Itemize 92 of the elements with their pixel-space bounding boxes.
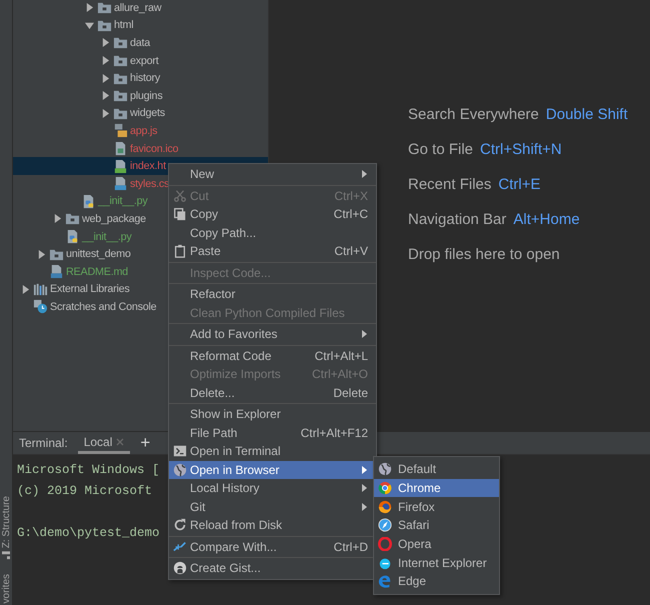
- menu-item[interactable]: New: [169, 165, 376, 184]
- tree-item[interactable]: Scratches and Console: [50, 300, 156, 313]
- menu-item[interactable]: Default: [374, 460, 499, 479]
- menu-item[interactable]: Add to Favorites: [169, 325, 376, 344]
- collapsed-arrow-icon[interactable]: [100, 74, 110, 83]
- compare-icon: [173, 540, 187, 554]
- tree-item[interactable]: history: [130, 72, 160, 84]
- collapsed-arrow-icon[interactable]: [100, 56, 110, 66]
- collapsed-arrow-icon[interactable]: [100, 91, 110, 100]
- menu-item[interactable]: Reload from Disk: [169, 516, 376, 534]
- expanded-arrow-icon[interactable]: [84, 20, 94, 30]
- scissors-icon: [173, 188, 187, 203]
- tool-window-tab[interactable]: Z: Structure: [0, 496, 12, 560]
- menu-item[interactable]: Internet Explorer: [374, 553, 499, 572]
- menu-item[interactable]: Copy Path...: [169, 224, 376, 242]
- compass-icon: [378, 518, 392, 532]
- css-file-icon: [113, 176, 128, 192]
- tool-window-tab[interactable]: vorites: [0, 574, 12, 603]
- menu-item[interactable]: Reformat Code Ctrl+Alt+L: [169, 346, 376, 365]
- clipboard-icon: [173, 244, 187, 258]
- tree-item[interactable]: html: [114, 19, 134, 32]
- menu-item[interactable]: Safari: [374, 516, 499, 535]
- menu-item[interactable]: Paste Ctrl+V: [169, 242, 376, 260]
- shortcut-hint: Ctrl+E: [498, 176, 540, 192]
- hint-label: Recent Files: [408, 176, 492, 192]
- menu-item[interactable]: Firefox: [374, 497, 499, 516]
- globe-icon: [173, 462, 187, 477]
- globe-icon: [378, 462, 392, 476]
- menu-item[interactable]: Open in Terminal: [169, 442, 376, 460]
- collapsed-arrow-icon[interactable]: [84, 3, 94, 12]
- tree-item[interactable]: __init__.py: [82, 230, 132, 243]
- tree-item[interactable]: README.md: [66, 266, 128, 278]
- tree-item[interactable]: data: [130, 36, 150, 49]
- python-file-icon: [65, 229, 80, 244]
- terminal-title: Terminal:: [19, 436, 68, 450]
- tree-item[interactable]: widgets: [130, 107, 165, 120]
- menu-item[interactable]: Compare With... Ctrl+D: [169, 538, 376, 556]
- tree-item[interactable]: allure_raw: [114, 2, 162, 14]
- hint-label: Drop files here to open: [408, 246, 560, 262]
- collapsed-arrow-icon[interactable]: [20, 284, 30, 294]
- library-icon: [33, 282, 48, 297]
- html-file-icon: [113, 158, 128, 174]
- hint-label: Go to File: [408, 140, 474, 158]
- menu-item[interactable]: Copy Ctrl+C: [169, 205, 376, 224]
- menu-item[interactable]: Chrome: [374, 478, 499, 498]
- scratches-icon: [33, 299, 48, 314]
- menu-item[interactable]: File Path Ctrl+Alt+F12: [169, 424, 376, 442]
- shortcut-hint: Ctrl+Shift+N: [480, 140, 562, 158]
- new-tab-button[interactable]: +: [140, 433, 150, 453]
- markdown-file-icon: [49, 264, 64, 280]
- menu-item[interactable]: Show in Explorer: [169, 405, 376, 424]
- tree-item[interactable]: unittest_demo: [66, 248, 131, 260]
- menu-item[interactable]: Git: [169, 498, 376, 516]
- terminal-line: (c) 2019 Microsoft: [17, 483, 152, 500]
- terminal-line: G:\demo\pytest_demo: [17, 525, 160, 542]
- copy-icon: [173, 207, 187, 222]
- python-file-icon: [81, 194, 96, 209]
- opera-icon: [378, 537, 392, 552]
- collapsed-arrow-icon[interactable]: [52, 214, 62, 224]
- folder-icon: [113, 88, 128, 104]
- folder-icon: [113, 53, 128, 68]
- menu-item[interactable]: Delete... Delete: [169, 384, 376, 402]
- menu-item[interactable]: Open in Browser: [169, 460, 376, 479]
- edge-icon: [378, 574, 392, 588]
- image-file-icon: [113, 141, 128, 156]
- tree-item[interactable]: web_package: [82, 212, 146, 225]
- firefox-icon: [378, 500, 392, 514]
- shortcut-hint: Double Shift: [546, 106, 628, 122]
- menu-item[interactable]: Refactor: [169, 285, 376, 304]
- js-file-icon: [113, 123, 128, 138]
- tree-item[interactable]: export: [130, 54, 159, 67]
- folder-icon: [65, 211, 80, 226]
- tree-item[interactable]: index.ht: [130, 160, 166, 172]
- tree-item[interactable]: __init__.py: [98, 195, 148, 208]
- collapsed-arrow-icon[interactable]: [100, 108, 110, 118]
- tree-item[interactable]: External Libraries: [50, 283, 130, 296]
- menu-item[interactable]: Edge: [374, 572, 499, 591]
- collapsed-arrow-icon[interactable]: [100, 38, 110, 48]
- menu-item[interactable]: Local History: [169, 479, 376, 498]
- hint-label: Search Everywhere: [408, 106, 539, 122]
- hint-label: Navigation Bar: [408, 210, 506, 228]
- collapsed-arrow-icon[interactable]: [36, 250, 46, 259]
- shortcut-hint: Alt+Home: [513, 210, 580, 228]
- folder-icon: [113, 35, 128, 50]
- reload-icon: [173, 518, 187, 532]
- menu-item[interactable]: Opera: [374, 534, 499, 554]
- terminal-icon: [173, 444, 187, 458]
- tree-item[interactable]: plugins: [130, 90, 162, 102]
- terminal-line: Microsoft Windows [: [17, 462, 160, 479]
- structure-icon: [2, 552, 10, 560]
- chrome-icon: [378, 481, 392, 496]
- menu-item[interactable]: Create Gist...: [169, 559, 376, 578]
